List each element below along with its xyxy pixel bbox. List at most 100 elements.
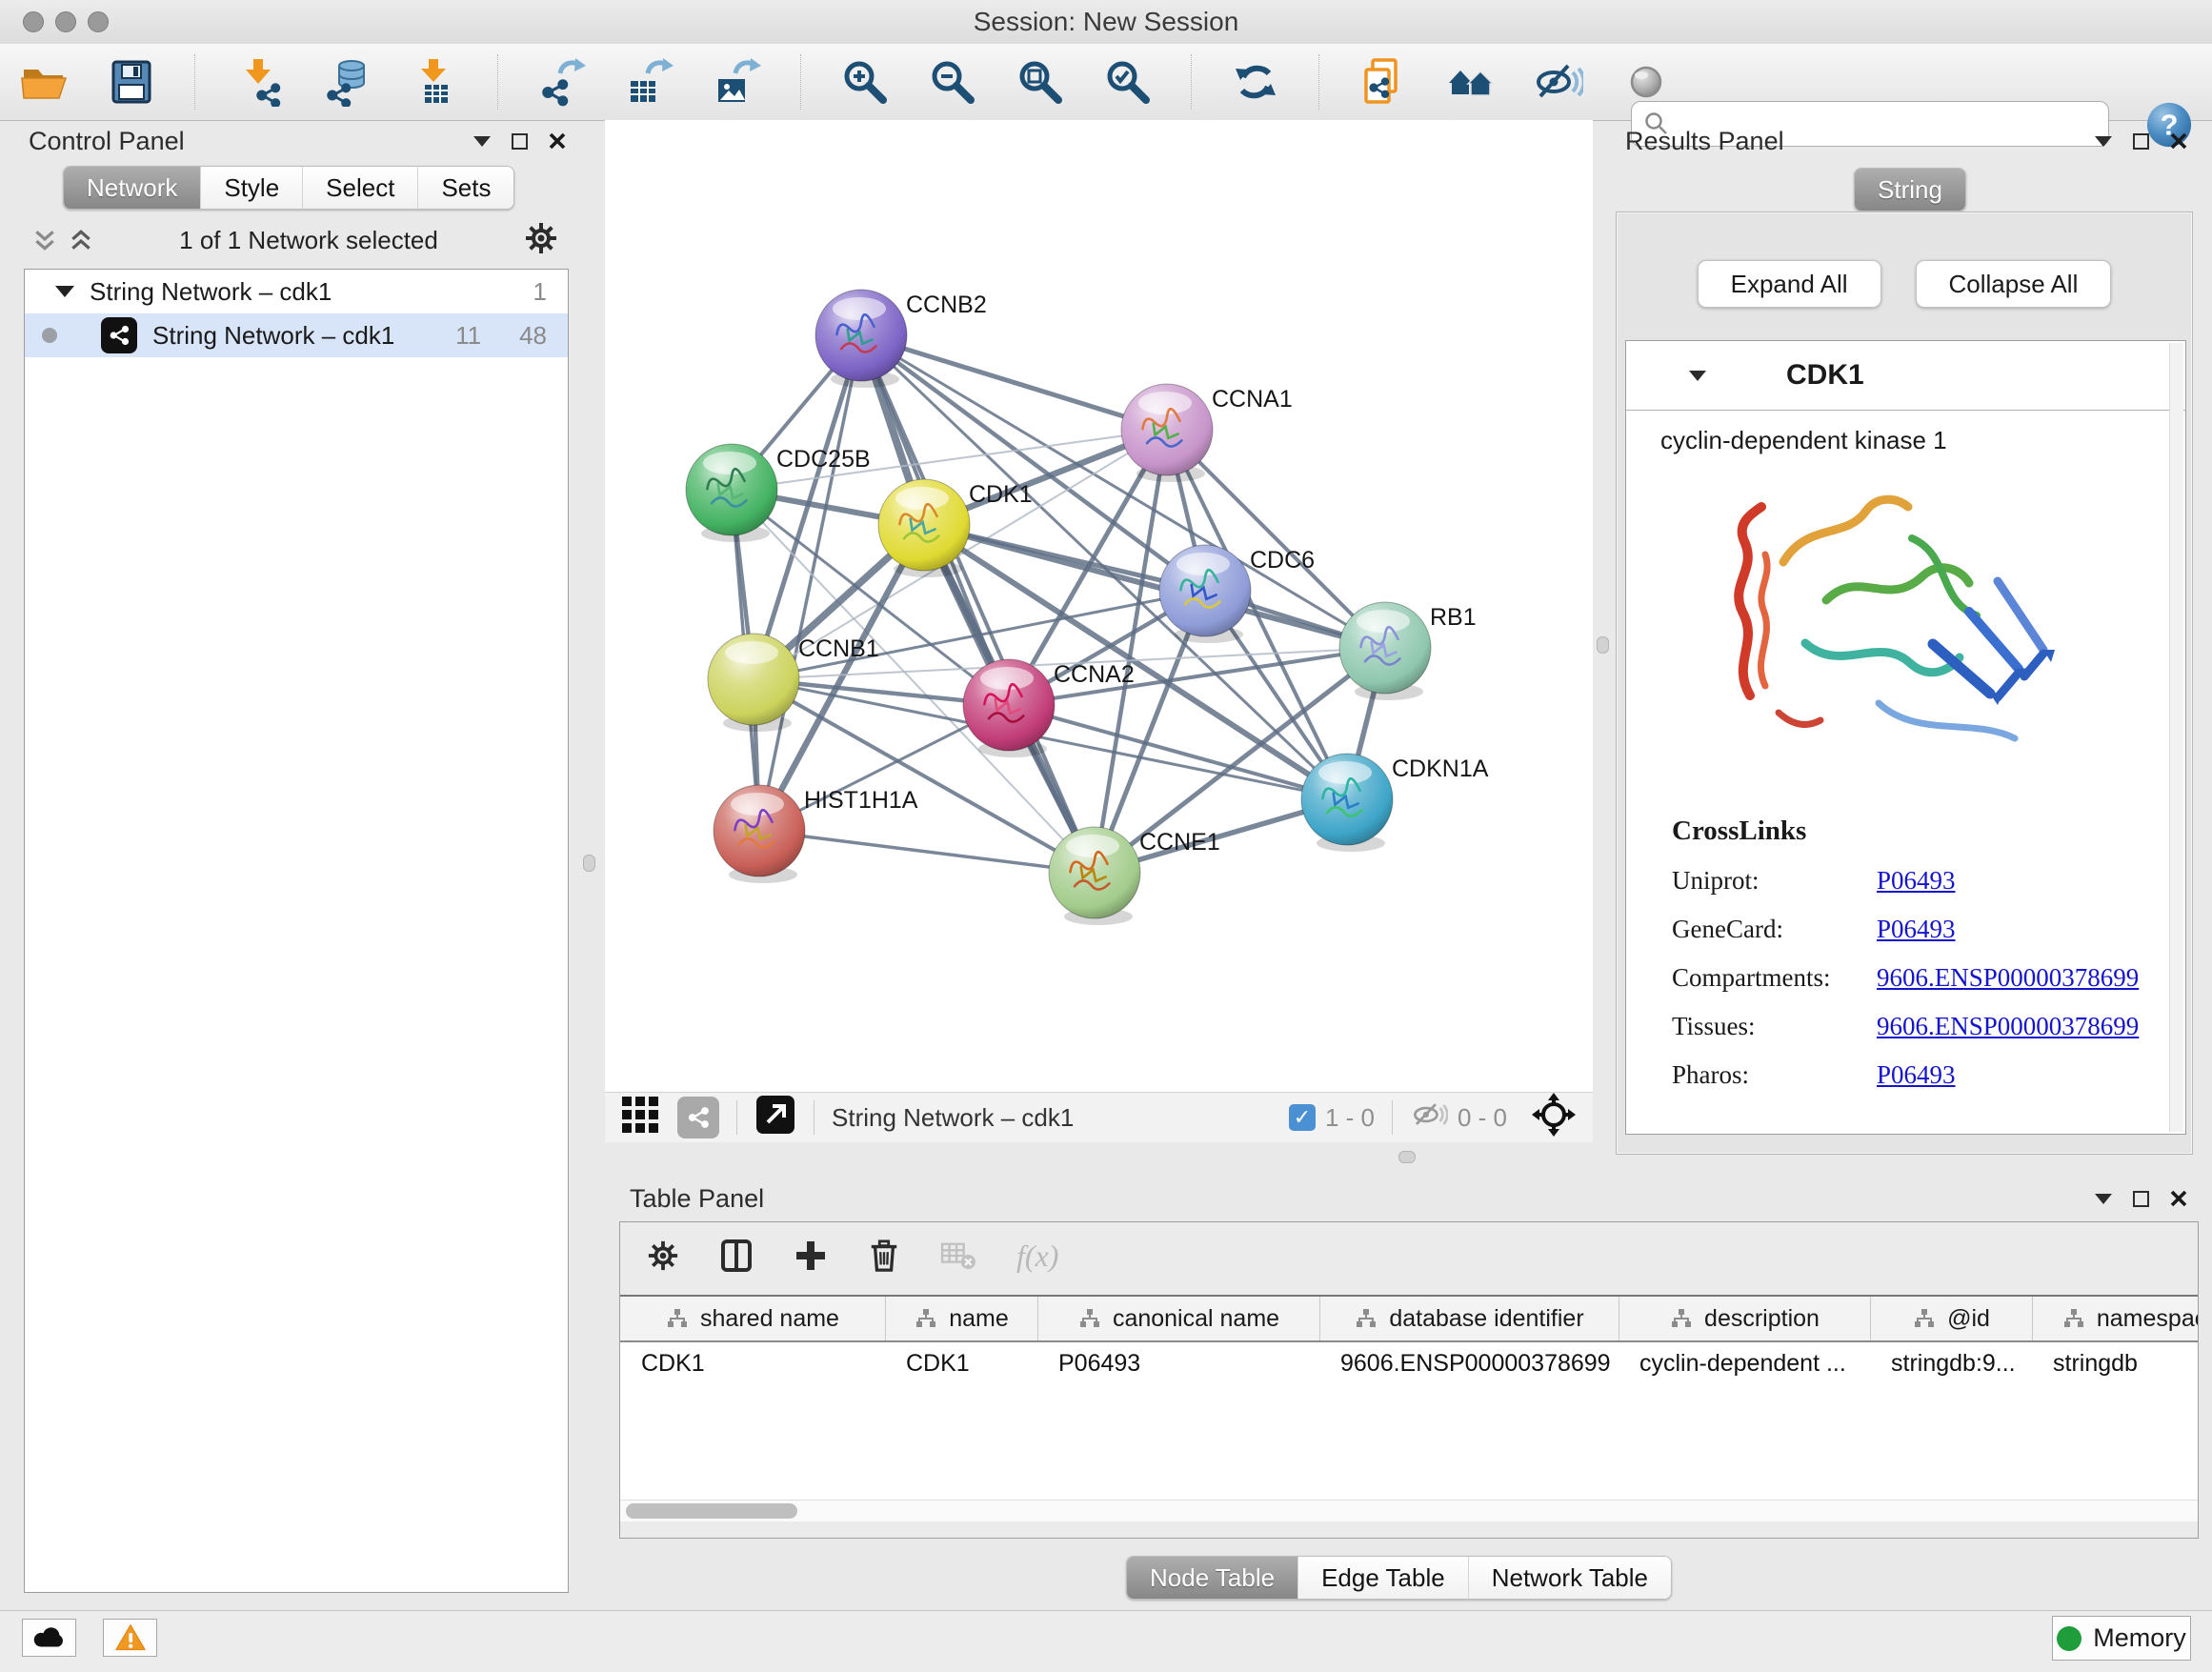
panel-float-icon[interactable] xyxy=(2133,133,2149,150)
maximize-window-icon[interactable] xyxy=(88,11,109,32)
table-options-gear-icon[interactable] xyxy=(647,1239,679,1272)
tab-network[interactable]: Network xyxy=(64,167,200,209)
panel-float-icon[interactable] xyxy=(2133,1191,2149,1207)
crosslink-value-genecard[interactable]: P06493 xyxy=(1877,915,1956,944)
cloud-status-button[interactable] xyxy=(22,1619,76,1657)
save-session-icon[interactable] xyxy=(107,57,156,107)
bottom-splitter-handle[interactable] xyxy=(1398,1151,1416,1163)
network-collection-row[interactable]: String Network – cdk1 1 xyxy=(25,270,568,313)
export-network-icon[interactable] xyxy=(537,57,587,107)
crosslink-row: Uniprot:P06493 xyxy=(1672,866,2139,896)
zoom-out-icon[interactable] xyxy=(928,57,977,107)
network-canvas[interactable]: CCNB2 CCNA1 CDC25B CDK1 CDC6 RB1 CCNB1 xyxy=(605,120,1593,1092)
panel-menu-icon[interactable] xyxy=(2095,136,2112,147)
table-cell[interactable]: CDK1 xyxy=(885,1350,1037,1378)
column-header-namespace[interactable]: namespace xyxy=(2032,1297,2198,1340)
warnings-button[interactable] xyxy=(103,1619,157,1657)
edge-CCNB2-HIST1H1A[interactable] xyxy=(759,335,861,831)
tab-sets[interactable]: Sets xyxy=(417,167,513,209)
edge-CCNB2-CCNA1[interactable] xyxy=(861,335,1167,430)
collapse-all-button[interactable]: Collapse All xyxy=(1916,260,2112,308)
table-row[interactable]: CDK1CDK1P064939606.ENSP00000378699cyclin… xyxy=(620,1342,2198,1384)
tab-string[interactable]: String xyxy=(1855,169,1965,211)
show-columns-icon[interactable] xyxy=(719,1239,754,1273)
network-node-CCNA2[interactable]: CCNA2 xyxy=(963,659,1135,757)
network-options-gear-icon[interactable] xyxy=(524,221,558,260)
export-image-icon[interactable] xyxy=(713,57,762,107)
table-cell[interactable]: stringdb:9... xyxy=(1870,1350,2032,1378)
minimize-window-icon[interactable] xyxy=(55,11,76,32)
edge-HIST1H1A-CCNE1[interactable] xyxy=(759,831,1095,873)
open-session-icon[interactable] xyxy=(19,57,69,107)
table-cell[interactable]: 9606.ENSP00000378699 xyxy=(1319,1350,1619,1378)
zoom-fit-icon[interactable] xyxy=(1016,57,1065,107)
close-window-icon[interactable] xyxy=(23,11,44,32)
column-header-canonical-name[interactable]: canonical name xyxy=(1037,1297,1319,1340)
table-cell[interactable]: P06493 xyxy=(1037,1350,1319,1378)
crosslink-value-compartments[interactable]: 9606.ENSP00000378699 xyxy=(1877,963,2139,993)
birdseye-pan-icon[interactable] xyxy=(1532,1093,1576,1143)
scrollbar-thumb[interactable] xyxy=(626,1503,797,1519)
clone-network-icon[interactable] xyxy=(1358,57,1408,107)
home-icon[interactable] xyxy=(1446,57,1496,107)
column-header-name[interactable]: name xyxy=(885,1297,1037,1340)
import-network-icon[interactable] xyxy=(234,57,284,107)
crosslink-value-tissues[interactable]: 9606.ENSP00000378699 xyxy=(1877,1012,2139,1041)
network-view-toolbar: String Network – cdk1 ✓ 1 - 0 0 - 0 xyxy=(605,1092,1593,1142)
zoom-selected-icon[interactable] xyxy=(1103,57,1153,107)
network-row[interactable]: String Network – cdk1 11 48 xyxy=(25,313,568,357)
network-node-RB1[interactable]: RB1 xyxy=(1339,602,1477,700)
show-eye-icon[interactable] xyxy=(1621,57,1671,107)
table-cell[interactable]: cyclin-dependent ... xyxy=(1619,1350,1870,1378)
import-table-icon[interactable] xyxy=(410,57,459,107)
import-database-icon[interactable] xyxy=(322,57,372,107)
network-node-CDC6[interactable]: CDC6 xyxy=(1159,545,1315,643)
panel-close-icon[interactable] xyxy=(2170,1190,2187,1207)
expand-all-button[interactable]: Expand All xyxy=(1698,260,1881,308)
table-horizontal-scrollbar[interactable] xyxy=(620,1500,2198,1521)
network-node-CDKN1A[interactable]: CDKN1A xyxy=(1301,754,1489,852)
network-node-HIST1H1A[interactable]: HIST1H1A xyxy=(714,785,918,883)
column-header--id[interactable]: @id xyxy=(1870,1297,2032,1340)
tab-select[interactable]: Select xyxy=(302,167,417,209)
hide-unselected-icon[interactable] xyxy=(1534,57,1583,107)
tree-expander-icon[interactable] xyxy=(55,286,74,297)
expand-all-icon[interactable] xyxy=(69,228,93,252)
tab-edge-table[interactable]: Edge Table xyxy=(1297,1557,1468,1599)
delete-column-icon[interactable] xyxy=(868,1239,900,1273)
table-cell[interactable]: stringdb xyxy=(2032,1350,2198,1378)
string-network-icon[interactable] xyxy=(677,1097,719,1138)
entry-expander-icon[interactable] xyxy=(1689,371,1706,381)
open-in-window-icon[interactable] xyxy=(754,1094,796,1142)
tab-node-table[interactable]: Node Table xyxy=(1127,1557,1297,1599)
memory-button[interactable]: Memory xyxy=(2052,1616,2191,1661)
node-entry-header[interactable]: CDK1 xyxy=(1626,341,2185,411)
network-node-CCNB1[interactable]: CCNB1 xyxy=(708,634,879,732)
panel-menu-icon[interactable] xyxy=(2095,1194,2112,1204)
tab-network-table[interactable]: Network Table xyxy=(1468,1557,1671,1599)
crosslink-value-uniprot[interactable]: P06493 xyxy=(1877,866,1956,896)
selected-checkbox-icon[interactable]: ✓ xyxy=(1289,1104,1316,1131)
table-cell[interactable]: CDK1 xyxy=(620,1350,885,1378)
column-header-database-identifier[interactable]: database identifier xyxy=(1319,1297,1619,1340)
grid-view-icon[interactable] xyxy=(620,1095,660,1141)
crosslink-value-pharos[interactable]: P06493 xyxy=(1877,1060,1956,1090)
panel-menu-icon[interactable] xyxy=(473,136,491,147)
edge-CDK1-RB1[interactable] xyxy=(924,525,1385,648)
add-column-icon[interactable] xyxy=(794,1239,828,1273)
column-header-description[interactable]: description xyxy=(1619,1297,1870,1340)
panel-float-icon[interactable] xyxy=(512,133,528,150)
column-header-shared-name[interactable]: shared name xyxy=(620,1297,885,1340)
tab-style[interactable]: Style xyxy=(200,167,302,209)
zoom-in-icon[interactable] xyxy=(840,57,890,107)
export-table-icon[interactable] xyxy=(625,57,674,107)
results-scrollbar[interactable] xyxy=(2169,343,2183,1132)
left-splitter-handle[interactable] xyxy=(583,855,595,872)
network-node-CDK1[interactable]: CDK1 xyxy=(878,479,1033,577)
panel-close-icon[interactable] xyxy=(549,132,566,150)
refresh-view-icon[interactable] xyxy=(1231,57,1280,107)
hidden-eye-icon[interactable] xyxy=(1410,1098,1448,1138)
right-splitter-handle[interactable] xyxy=(1597,636,1609,654)
panel-close-icon[interactable] xyxy=(2170,132,2187,150)
collapse-all-icon[interactable] xyxy=(32,228,57,252)
